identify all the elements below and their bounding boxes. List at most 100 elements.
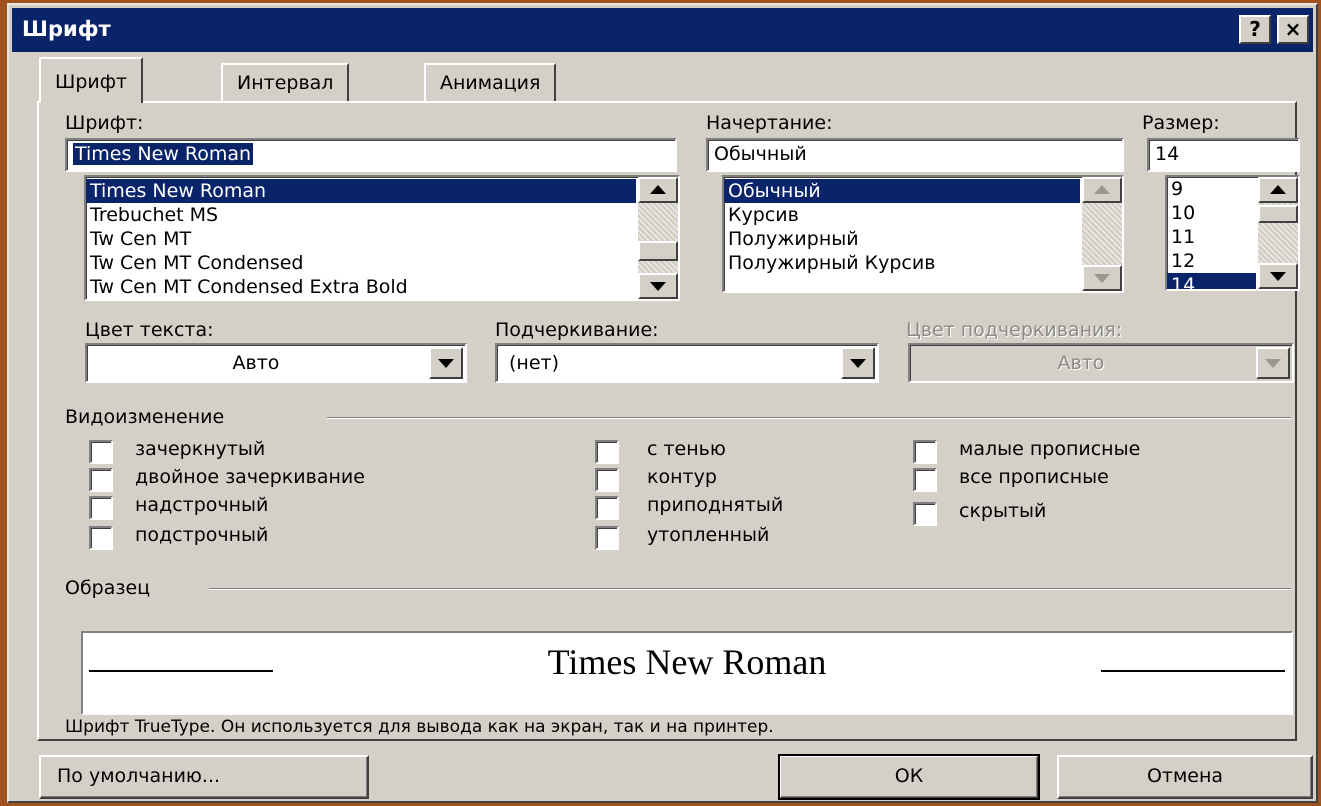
tab-spacing-label: Интервал: [237, 72, 334, 94]
style-list-item[interactable]: Курсив: [724, 203, 1080, 227]
style-list-scrollbar: [1082, 177, 1122, 291]
font-name-list[interactable]: Times New Roman Trebuchet MS Tw Cen MT Tw C…: [84, 175, 680, 301]
effect-label[interactable]: все прописные: [959, 466, 1109, 488]
font-name-input[interactable]: Times New Roman: [65, 138, 677, 172]
size-list-item[interactable]: 14: [1167, 273, 1256, 289]
size-list-item[interactable]: 12: [1167, 249, 1256, 273]
underline-color-value: Авто: [1057, 352, 1105, 374]
underline-color-select: Авто: [908, 343, 1294, 383]
effect-checkbox[interactable]: [89, 440, 113, 464]
window-title: Шрифт: [22, 17, 111, 41]
effect-label[interactable]: приподнятый: [647, 494, 783, 516]
effect-label[interactable]: утопленный: [647, 524, 769, 546]
sample-group-label: Образец: [65, 577, 151, 599]
title-bar[interactable]: Шрифт ? ×: [12, 8, 1313, 52]
effect-checkbox[interactable]: [595, 526, 619, 550]
style-scroll-up-button: [1082, 177, 1122, 203]
ok-button-label: ОК: [894, 765, 924, 787]
ok-button[interactable]: ОК: [778, 754, 1040, 800]
effect-label[interactable]: малые прописные: [959, 438, 1140, 460]
effect-checkbox[interactable]: [89, 496, 113, 520]
chevron-down-icon: [1265, 359, 1281, 368]
size-scroll-up-button[interactable]: [1258, 177, 1298, 203]
text-color-value: Авто: [232, 352, 280, 374]
tab-animation[interactable]: Анимация: [424, 63, 557, 101]
style-list-item[interactable]: Обычный: [724, 179, 1080, 203]
effect-label[interactable]: скрытый: [959, 500, 1046, 522]
cancel-button[interactable]: Отмена: [1057, 755, 1313, 799]
text-color-dropdown-button[interactable]: [429, 347, 463, 379]
font-list-item[interactable]: Tw Cen MT Condensed: [86, 251, 636, 275]
tab-spacing[interactable]: Интервал: [221, 63, 350, 101]
font-list-item[interactable]: Tw Cen MT Condensed Extra Bold: [86, 275, 636, 299]
sample-preview-text: Times New Roman: [547, 642, 827, 682]
size-list[interactable]: 9 10 11 12 14: [1165, 175, 1300, 291]
effect-checkbox[interactable]: [595, 496, 619, 520]
effect-label[interactable]: контур: [647, 466, 717, 488]
effects-divider: [327, 417, 1291, 419]
effect-checkbox[interactable]: [89, 468, 113, 492]
effects-group-label: Видоизменение: [65, 406, 225, 428]
effect-checkbox[interactable]: [913, 502, 937, 526]
arrow-down-icon: [1270, 272, 1286, 281]
size-scroll-down-button[interactable]: [1258, 263, 1298, 289]
scroll-down-button[interactable]: [638, 273, 678, 299]
font-dialog: Шрифт ? × Шрифт Интервал Анимация Шрифт:…: [7, 3, 1318, 803]
size-list-items: 9 10 11 12 14: [1167, 177, 1256, 289]
size-list-item[interactable]: 9: [1167, 177, 1256, 201]
effect-label[interactable]: двойное зачеркивание: [135, 466, 365, 488]
effect-checkbox[interactable]: [595, 468, 619, 492]
underline-label: Подчеркивание:: [495, 319, 659, 341]
style-list-item[interactable]: Полужирный: [724, 227, 1080, 251]
size-value: 14: [1155, 143, 1180, 165]
style-input[interactable]: Обычный: [706, 138, 1124, 172]
style-list-item[interactable]: Полужирный Курсив: [724, 251, 1080, 275]
close-button[interactable]: ×: [1277, 15, 1309, 44]
text-color-select[interactable]: Авто: [85, 343, 467, 383]
size-input[interactable]: 14: [1147, 138, 1300, 172]
size-list-item[interactable]: 10: [1167, 201, 1256, 225]
style-scroll-down-button: [1082, 265, 1122, 291]
underline-color-dropdown-button: [1256, 347, 1290, 379]
scroll-thumb[interactable]: [638, 241, 678, 261]
help-icon: ?: [1249, 17, 1261, 41]
cancel-button-label: Отмена: [1146, 765, 1224, 787]
size-list-item[interactable]: 11: [1167, 225, 1256, 249]
font-list-item[interactable]: Tw Cen MT: [86, 227, 636, 251]
size-scroll-thumb[interactable]: [1258, 205, 1298, 223]
style-list[interactable]: Обычный Курсив Полужирный Полужирный Курсив: [722, 175, 1124, 293]
scroll-up-button[interactable]: [638, 177, 678, 203]
font-list-item[interactable]: Trebuchet MS: [86, 203, 636, 227]
sample-preview: Times New Roman: [81, 631, 1293, 715]
effect-checkbox[interactable]: [595, 440, 619, 464]
font-list-items: Times New Roman Trebuchet MS Tw Cen MT Tw C…: [86, 177, 636, 299]
font-name-value: Times New Roman: [73, 143, 254, 165]
font-list-item[interactable]: Times New Roman: [86, 179, 636, 203]
effect-checkbox[interactable]: [913, 440, 937, 464]
size-list-scrollbar[interactable]: [1258, 177, 1298, 289]
tab-animation-label: Анимация: [440, 72, 541, 94]
underline-color-label: Цвет подчеркивания:: [906, 319, 1123, 341]
default-button[interactable]: По умолчанию...: [39, 755, 369, 799]
help-button[interactable]: ?: [1239, 15, 1271, 44]
arrow-up-icon: [1270, 185, 1286, 194]
underline-dropdown-button[interactable]: [841, 347, 875, 379]
effect-label[interactable]: зачеркнутый: [135, 438, 265, 460]
effect-label[interactable]: надстрочный: [135, 494, 268, 516]
effect-checkbox[interactable]: [89, 526, 113, 550]
text-color-label: Цвет текста:: [85, 319, 214, 341]
style-value: Обычный: [714, 143, 807, 165]
arrow-up-icon: [650, 185, 666, 194]
default-button-label: По умолчанию...: [57, 765, 221, 787]
style-label: Начертание:: [706, 112, 833, 134]
effect-label[interactable]: с тенью: [647, 438, 726, 460]
effect-label[interactable]: подстрочный: [135, 524, 268, 546]
preview-line-right: [1101, 670, 1285, 672]
sample-divider: [209, 588, 1291, 590]
effect-checkbox[interactable]: [913, 468, 937, 492]
font-list-scrollbar[interactable]: [638, 177, 678, 299]
underline-value: (нет): [509, 352, 560, 374]
chevron-down-icon: [438, 359, 454, 368]
underline-select[interactable]: (нет): [495, 343, 879, 383]
tab-font[interactable]: Шрифт: [39, 57, 144, 103]
